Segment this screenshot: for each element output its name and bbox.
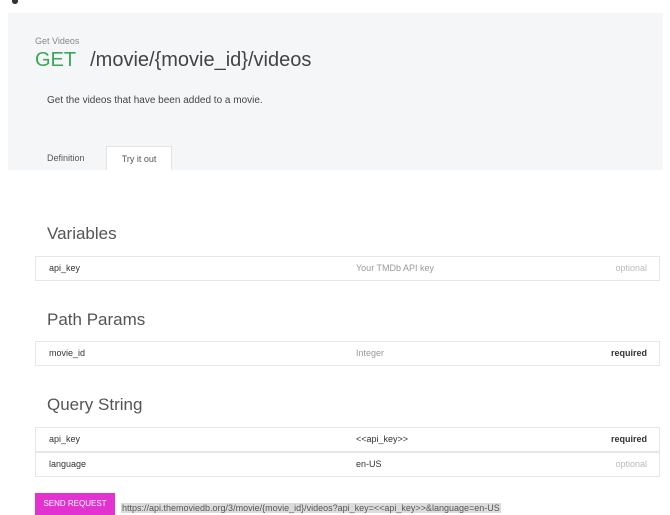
param-name: api_key — [49, 263, 81, 273]
endpoint-path: /movie/{movie_id}/videos — [90, 49, 312, 71]
endpoint-description: Get the videos that have been added to a… — [47, 95, 263, 106]
breadcrumb: Get Videos — [35, 36, 80, 46]
param-name: language — [49, 459, 87, 469]
param-row: api_key Your TMDb API key optional — [35, 256, 660, 281]
param-requirement: required — [610, 348, 647, 358]
param-row: language en-US optional — [35, 452, 660, 477]
tab-try-it-out[interactable]: Try it out — [106, 146, 172, 170]
send-request-button[interactable]: SEND REQUEST — [35, 493, 115, 515]
http-method: GET — [35, 49, 77, 71]
tab-definition[interactable]: Definition — [47, 153, 85, 163]
param-name: movie_id — [49, 348, 86, 358]
param-requirement: optional — [615, 263, 647, 273]
param-name: api_key — [49, 434, 81, 444]
param-value-input[interactable]: Your TMDb API key — [356, 257, 434, 280]
endpoint-title: GET/movie/{movie_id}/videos — [35, 49, 311, 72]
param-row: movie_id Integer required — [35, 341, 660, 366]
section-title-variables: Variables — [47, 224, 117, 243]
request-url[interactable]: https://api.themoviedb.org/3/movie/{movi… — [121, 503, 501, 513]
param-value-input[interactable]: en-US — [356, 453, 382, 476]
param-value-input[interactable]: <<api_key>> — [356, 428, 408, 451]
param-requirement: optional — [615, 459, 647, 469]
param-row: api_key <<api_key>> required — [35, 427, 660, 452]
section-title-query-string: Query String — [47, 395, 143, 414]
param-requirement: required — [610, 434, 647, 444]
param-value-input[interactable]: Integer — [356, 342, 384, 365]
section-title-path-params: Path Params — [47, 310, 146, 329]
cropped-glyph — [12, 0, 18, 4]
